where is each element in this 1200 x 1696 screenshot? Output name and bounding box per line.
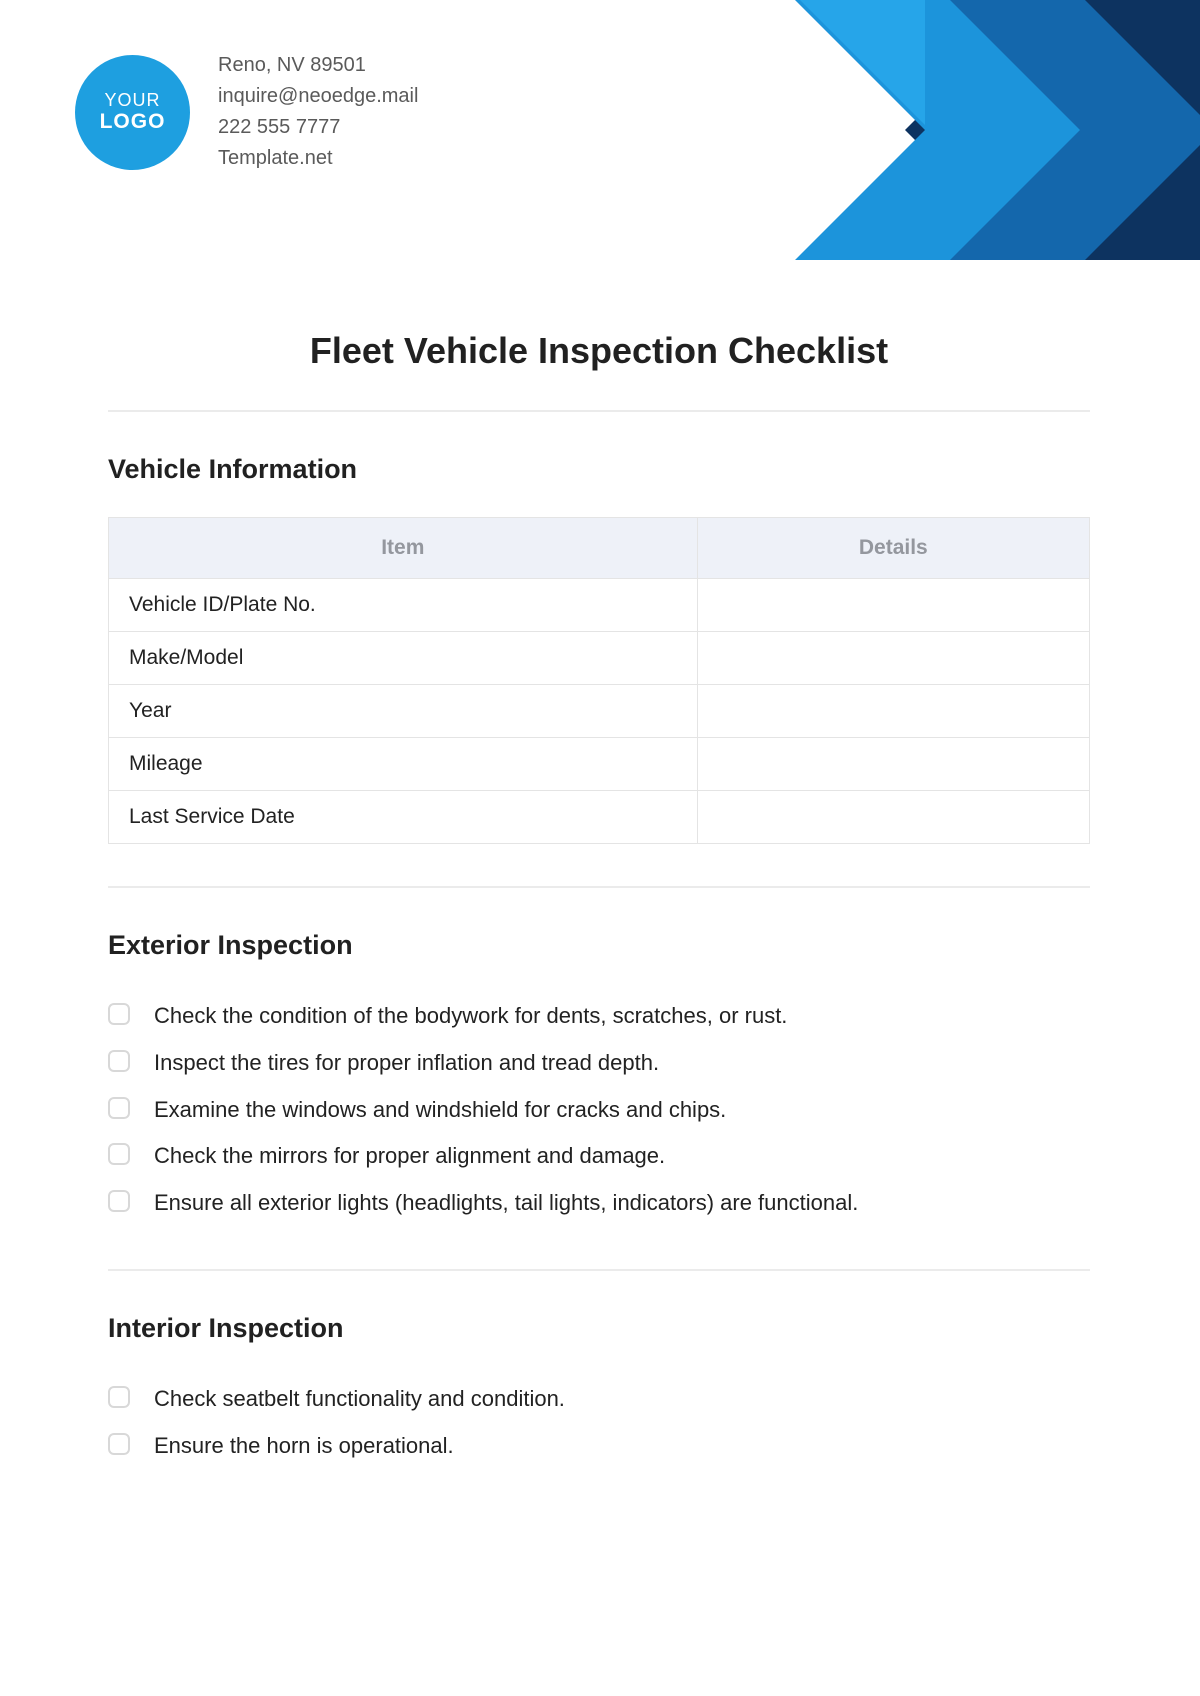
interior-checklist: Check seatbelt functionality and conditi… [108,1376,1090,1470]
check-label: Examine the windows and windshield for c… [154,1095,726,1126]
page-title: Fleet Vehicle Inspection Checklist [108,330,1090,372]
list-item: Check the condition of the bodywork for … [108,993,1090,1040]
logo-text-your: YOUR [104,90,160,111]
list-item: Check seatbelt functionality and conditi… [108,1376,1090,1423]
header: YOUR LOGO Reno, NV 89501 inquire@neoedge… [75,50,418,174]
check-label: Check the mirrors for proper alignment a… [154,1141,665,1172]
check-label: Ensure all exterior lights (headlights, … [154,1188,858,1219]
table-cell-details[interactable] [697,579,1089,632]
contact-block: Reno, NV 89501 inquire@neoedge.mail 222 … [218,50,418,174]
list-item: Ensure all exterior lights (headlights, … [108,1180,1090,1227]
table-cell-item: Mileage [109,738,698,791]
checkbox-icon[interactable] [108,1097,130,1119]
logo-placeholder: YOUR LOGO [75,55,190,170]
table-row: Make/Model [109,632,1090,685]
divider [108,886,1090,888]
table-row: Mileage [109,738,1090,791]
check-label: Check the condition of the bodywork for … [154,1001,787,1032]
contact-site: Template.net [218,143,418,174]
list-item: Ensure the horn is operational. [108,1423,1090,1470]
table-row: Last Service Date [109,791,1090,844]
checkbox-icon[interactable] [108,1003,130,1025]
checkbox-icon[interactable] [108,1190,130,1212]
checkbox-icon[interactable] [108,1433,130,1455]
table-cell-details[interactable] [697,791,1089,844]
contact-phone: 222 555 7777 [218,112,418,143]
table-cell-item: Make/Model [109,632,698,685]
table-cell-item: Vehicle ID/Plate No. [109,579,698,632]
list-item: Inspect the tires for proper inflation a… [108,1040,1090,1087]
vehicle-info-table: Item Details Vehicle ID/Plate No. Make/M… [108,517,1090,844]
table-cell-item: Year [109,685,698,738]
checkbox-icon[interactable] [108,1143,130,1165]
section-heading-interior: Interior Inspection [108,1313,1090,1344]
table-header-details: Details [697,518,1089,579]
list-item: Examine the windows and windshield for c… [108,1087,1090,1134]
table-cell-details[interactable] [697,738,1089,791]
section-heading-vehicle-info: Vehicle Information [108,454,1090,485]
contact-address: Reno, NV 89501 [218,50,418,81]
check-label: Ensure the horn is operational. [154,1431,454,1462]
page-content: Fleet Vehicle Inspection Checklist Vehic… [108,330,1090,1512]
divider [108,410,1090,412]
table-row: Year [109,685,1090,738]
checkbox-icon[interactable] [108,1386,130,1408]
table-cell-details[interactable] [697,685,1089,738]
checkbox-icon[interactable] [108,1050,130,1072]
header-chevron-graphic [580,0,1200,260]
exterior-checklist: Check the condition of the bodywork for … [108,993,1090,1227]
check-label: Check seatbelt functionality and conditi… [154,1384,565,1415]
list-item: Check the mirrors for proper alignment a… [108,1133,1090,1180]
section-heading-exterior: Exterior Inspection [108,930,1090,961]
table-row: Vehicle ID/Plate No. [109,579,1090,632]
divider [108,1269,1090,1271]
logo-text-logo: LOGO [100,110,166,134]
table-cell-item: Last Service Date [109,791,698,844]
contact-email: inquire@neoedge.mail [218,81,418,112]
table-cell-details[interactable] [697,632,1089,685]
check-label: Inspect the tires for proper inflation a… [154,1048,659,1079]
table-header-item: Item [109,518,698,579]
